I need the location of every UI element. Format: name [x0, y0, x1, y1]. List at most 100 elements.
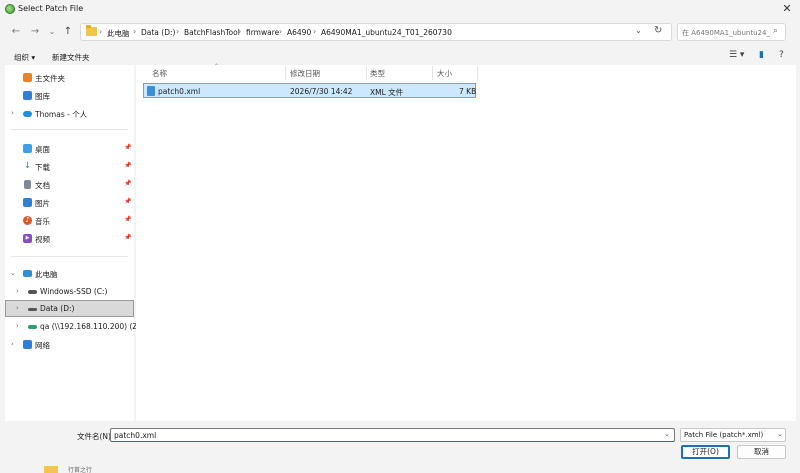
folder-icon — [86, 25, 97, 36]
expand-chevron-icon[interactable]: › — [16, 322, 19, 330]
breadcrumb-separator: › — [238, 27, 242, 36]
search-placeholder: 在 A6490MA1_ubuntu24_... — [682, 29, 770, 37]
preview-pane-icon[interactable]: ▮ — [759, 50, 764, 60]
column-divider[interactable] — [285, 66, 286, 80]
pin-icon[interactable]: 📌 — [124, 180, 131, 187]
video-icon: ▶ — [23, 234, 32, 243]
sidebar-item-label: Windows-SSD (C:) — [40, 287, 108, 296]
network-icon — [23, 340, 32, 349]
recent-chevron-icon[interactable]: ⌄ — [45, 25, 59, 39]
up-arrow-icon[interactable]: ↑ — [61, 25, 75, 39]
expand-chevron-icon[interactable]: › — [11, 340, 14, 348]
pictures-icon — [23, 198, 32, 207]
folder-icon — [44, 466, 58, 473]
breadcrumb-firmware[interactable]: firmware — [246, 28, 279, 37]
sidebar-item-z-drive[interactable]: › qa (\\192.168.110.200) (Z:) — [5, 318, 143, 335]
collapse-chevron-icon[interactable]: ⌄ — [10, 269, 16, 277]
expand-chevron-icon[interactable]: › — [16, 287, 19, 295]
sidebar-item-desktop[interactable]: 桌面 📌 — [5, 140, 134, 157]
desktop-icon — [23, 144, 32, 153]
breadcrumb-a6490[interactable]: A6490 — [287, 28, 311, 37]
sidebar-item-label: Thomas - 个人 — [35, 110, 88, 119]
help-icon[interactable]: ? — [779, 50, 784, 60]
breadcrumb-pc[interactable]: 此电脑 — [107, 28, 130, 39]
sidebar-item-label: 网络 — [35, 341, 50, 350]
refresh-icon[interactable]: ↻ — [654, 25, 662, 36]
view-menu-icon[interactable]: ☰ ▾ — [729, 50, 744, 60]
drive-icon — [28, 308, 37, 311]
breadcrumb-separator: › — [133, 27, 137, 36]
pin-icon[interactable]: 📌 — [124, 216, 131, 223]
file-list-pane[interactable] — [136, 65, 796, 421]
column-divider[interactable] — [432, 66, 433, 80]
cloud-icon — [23, 111, 32, 117]
search-icon[interactable]: ⌕ — [773, 26, 778, 36]
pin-icon[interactable]: 📌 — [124, 144, 131, 151]
file-size: 7 KB — [459, 87, 477, 96]
sidebar-item-home[interactable]: 主文件夹 — [5, 69, 134, 86]
filename-label: 文件名(N): — [77, 432, 114, 441]
sidebar-item-d-drive[interactable]: › Data (D:) — [5, 300, 134, 317]
forward-arrow-icon[interactable]: → — [28, 25, 42, 39]
home-icon — [23, 73, 32, 82]
pin-icon[interactable]: 📌 — [124, 198, 131, 205]
sidebar-item-label: 桌面 — [35, 145, 50, 154]
expand-chevron-icon[interactable]: › — [11, 109, 14, 117]
download-icon: ↓ — [23, 161, 32, 171]
pc-icon — [23, 270, 32, 277]
sidebar-item-documents[interactable]: 文档 📌 — [5, 176, 134, 193]
sidebar-item-music[interactable]: ♪ 音乐 📌 — [5, 212, 134, 229]
sidebar-item-videos[interactable]: ▶ 视频 📌 — [5, 230, 134, 247]
column-header-type[interactable]: 类型 — [370, 68, 385, 79]
close-icon[interactable]: ✕ — [779, 2, 795, 16]
gallery-icon — [23, 91, 32, 100]
cancel-button[interactable]: 取消 — [737, 445, 786, 459]
divider — [11, 256, 128, 257]
sidebar-item-label: qa (\\192.168.110.200) (Z:) — [40, 322, 143, 331]
organize-button[interactable]: 组织 ▾ — [14, 52, 35, 63]
filter-dropdown-icon[interactable]: ⌄ — [777, 430, 783, 438]
sidebar-item-label: 主文件夹 — [35, 74, 65, 83]
title-bar — [0, 0, 800, 18]
drive-icon — [28, 290, 37, 294]
back-arrow-icon[interactable]: ← — [9, 25, 23, 39]
sidebar-item-label: 音乐 — [35, 217, 50, 226]
sidebar-item-downloads[interactable]: ↓ 下载 📌 — [5, 158, 134, 175]
music-icon: ♪ — [23, 216, 32, 225]
sidebar-item-onedrive[interactable]: › Thomas - 个人 — [5, 105, 134, 122]
new-folder-button[interactable]: 新建文件夹 — [52, 52, 90, 63]
expand-chevron-icon[interactable]: › — [16, 304, 19, 312]
filename-input[interactable] — [110, 428, 675, 442]
file-type: XML 文件 — [370, 88, 404, 97]
breadcrumb-current-folder[interactable]: A6490MA1_ubuntu24_T01_260730 — [321, 28, 452, 37]
address-dropdown-icon[interactable]: ⌄ — [635, 26, 642, 35]
column-header-size[interactable]: 大小 — [437, 68, 452, 79]
background-window-text: 行首之行 — [68, 467, 93, 473]
pin-icon[interactable]: 📌 — [124, 162, 131, 169]
breadcrumb-data-drive[interactable]: Data (D:) — [141, 28, 175, 37]
xml-file-icon — [147, 86, 155, 96]
app-icon — [5, 4, 15, 14]
sidebar-item-c-drive[interactable]: › Windows-SSD (C:) — [5, 283, 134, 300]
sidebar-item-pictures[interactable]: 图片 📌 — [5, 194, 134, 211]
sidebar-item-this-pc[interactable]: ⌄ 此电脑 — [5, 265, 134, 282]
column-divider[interactable] — [477, 66, 478, 80]
breadcrumb-separator: › — [176, 27, 180, 36]
column-divider[interactable] — [366, 66, 367, 80]
sidebar-item-label: 图库 — [35, 92, 50, 101]
file-type-filter-value: Patch File (patch*.xml) — [684, 431, 764, 439]
column-header-name[interactable]: 名称 — [152, 68, 167, 79]
window-title: Select Patch File — [18, 4, 84, 13]
open-button[interactable]: 打开(O) — [681, 445, 730, 459]
network-drive-icon — [28, 325, 37, 329]
document-icon — [24, 180, 31, 189]
sidebar-item-network[interactable]: › 网络 — [5, 336, 134, 353]
filename-dropdown-icon[interactable]: ⌄ — [664, 430, 670, 438]
breadcrumb-batchflashtool[interactable]: BatchFlashTool — [184, 28, 240, 37]
filename-value: patch0.xml — [114, 431, 157, 440]
pin-icon[interactable]: 📌 — [124, 234, 131, 241]
sidebar-item-label: 文档 — [35, 181, 50, 190]
file-modified: 2026/7/30 14:42 — [290, 87, 353, 96]
sidebar-item-gallery[interactable]: 图库 — [5, 87, 134, 104]
column-header-modified[interactable]: 修改日期 — [290, 68, 320, 79]
